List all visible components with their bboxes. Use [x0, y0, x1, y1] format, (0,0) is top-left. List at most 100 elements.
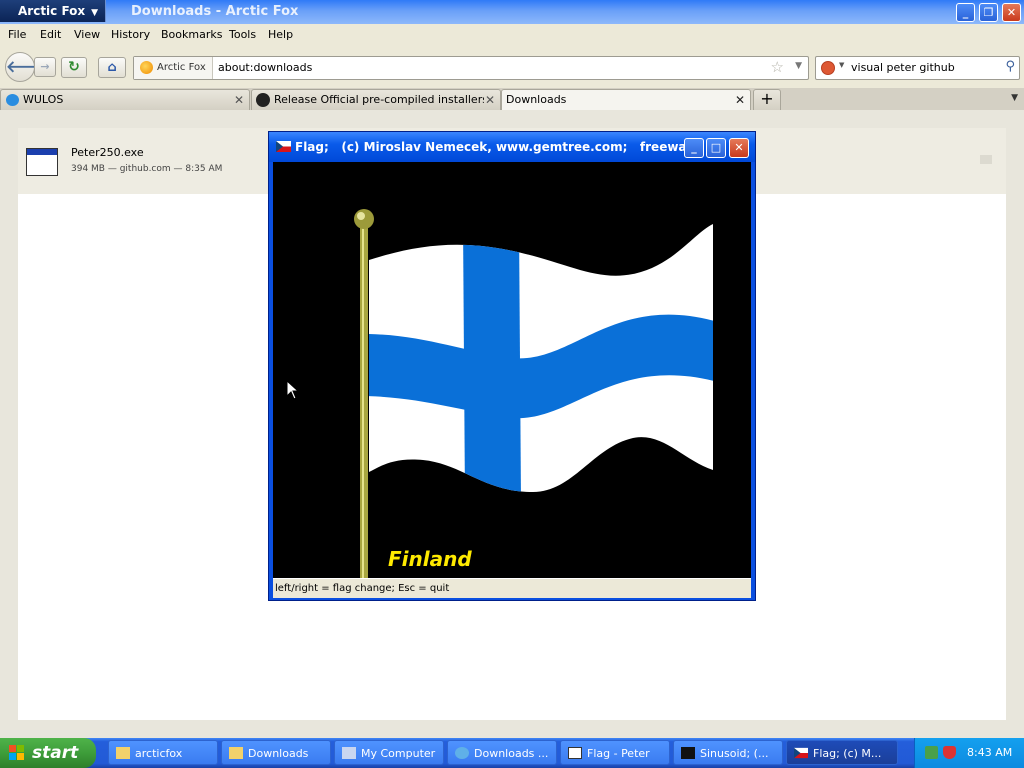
app-menu-button[interactable]: Arctic Fox ▼	[0, 0, 106, 22]
waving-flag-graphic	[354, 209, 713, 578]
taskbar-item-sinusoid[interactable]: Sinusoid; (...	[673, 740, 783, 765]
tab-label: Downloads	[506, 93, 567, 106]
duckduckgo-icon[interactable]	[821, 61, 835, 75]
menu-view[interactable]: View	[74, 28, 100, 41]
arctic-fox-icon	[140, 60, 153, 74]
flag-pole-finial	[354, 209, 374, 229]
executable-file-icon	[26, 148, 58, 176]
app-menu-label: Arctic Fox	[18, 4, 86, 18]
taskbar: start arcticfox Downloads My Computer Do…	[0, 738, 1024, 768]
taskbar-item-label: Downloads	[248, 747, 309, 760]
taskbar-item-my-computer[interactable]: My Computer	[334, 740, 444, 765]
close-tab-icon[interactable]: ✕	[485, 90, 495, 110]
country-name: Finland	[388, 547, 472, 571]
site-identity-button[interactable]: Arctic Fox	[134, 57, 213, 79]
minimize-button[interactable]: _	[956, 3, 975, 22]
home-button[interactable]: ⌂	[98, 57, 126, 78]
navigation-toolbar: 🡐 → ↻ ⌂ Arctic Fox about:downloads ☆ ▼ ▼…	[0, 46, 1024, 88]
tab-bar: WULOS ✕ Release Official pre-compiled in…	[0, 88, 1024, 110]
close-tab-icon[interactable]: ✕	[735, 90, 745, 110]
back-button[interactable]: 🡐	[5, 52, 49, 82]
site-identity-label: Arctic Fox	[157, 62, 206, 73]
reload-button[interactable]: ↻	[61, 57, 87, 78]
tab-label: WULOS	[23, 93, 64, 106]
github-favicon-icon	[256, 93, 270, 107]
plus-icon: +	[760, 89, 774, 108]
menu-edit[interactable]: Edit	[40, 28, 61, 41]
czech-flag-icon	[794, 747, 808, 759]
flag-window: Flag; (c) Miroslav Nemecek, www.gemtree.…	[268, 131, 756, 601]
taskbar-item-downloads-folder[interactable]: Downloads	[221, 740, 331, 765]
download-meta: 394 MB — github.com — 8:35 AM	[71, 164, 223, 174]
clock[interactable]: 8:43 AM	[967, 738, 1012, 768]
home-icon: ⌂	[107, 60, 117, 75]
flag-pole-highlight	[362, 228, 364, 578]
taskbar-item-flag-peter[interactable]: Flag - Peter	[560, 740, 670, 765]
taskbar-item-arcticfox[interactable]: arcticfox	[108, 740, 218, 765]
taskbar-item-flag-window[interactable]: Flag; (c) M...	[786, 740, 898, 765]
flag-window-title: Flag; (c) Miroslav Nemecek, www.gemtree.…	[295, 140, 701, 154]
reload-icon: ↻	[68, 59, 80, 75]
taskbar-item-label: Flag - Peter	[587, 747, 650, 760]
forward-button[interactable]: →	[34, 57, 56, 77]
chevron-down-icon: ▼	[91, 8, 99, 18]
peter-app-icon	[568, 747, 582, 759]
start-button[interactable]: start	[0, 738, 96, 768]
flag-canvas: Finland	[273, 162, 751, 578]
flag-close-button[interactable]: ✕	[729, 138, 749, 158]
bookmark-star-icon[interactable]: ☆	[771, 58, 784, 76]
close-button[interactable]: ✕	[1002, 3, 1021, 22]
flag-minimize-button[interactable]: _	[684, 138, 704, 158]
window-title: Downloads - Arctic Fox	[131, 4, 299, 19]
menu-help[interactable]: Help	[268, 28, 293, 41]
security-shield-icon[interactable]	[943, 746, 956, 759]
history-dropdown-icon[interactable]: ▼	[795, 61, 802, 71]
forward-arrow-icon: →	[40, 60, 50, 73]
download-filename: Peter250.exe	[71, 146, 144, 159]
menu-tools[interactable]: Tools	[229, 28, 256, 41]
tab-release[interactable]: Release Official pre-compiled installers…	[251, 89, 501, 110]
folder-icon	[229, 747, 243, 759]
folder-icon	[116, 747, 130, 759]
url-bar[interactable]: Arctic Fox about:downloads ☆ ▼	[133, 56, 809, 80]
finland-flag	[369, 224, 713, 492]
menu-history[interactable]: History	[111, 28, 150, 41]
menu-bookmarks[interactable]: Bookmarks	[161, 28, 222, 41]
list-all-tabs-icon[interactable]: ▼	[1011, 93, 1018, 103]
computer-icon	[342, 747, 356, 759]
czech-flag-icon	[276, 141, 291, 152]
mouse-cursor-icon	[286, 380, 298, 400]
search-icon[interactable]: ⚲	[1005, 59, 1015, 74]
taskbar-item-label: My Computer	[361, 747, 436, 760]
flag-window-titlebar: Flag; (c) Miroslav Nemecek, www.gemtree.…	[269, 132, 755, 162]
new-tab-button[interactable]: +	[753, 89, 781, 110]
network-icon[interactable]	[925, 746, 938, 759]
open-folder-icon[interactable]	[980, 155, 992, 164]
flag-pole-finial-highlight	[357, 212, 365, 220]
close-tab-icon[interactable]: ✕	[234, 90, 244, 110]
globe-icon	[455, 747, 469, 759]
wulos-favicon-icon	[6, 94, 19, 106]
flag-status-bar: left/right = flag change; Esc = quit	[273, 578, 751, 598]
tab-wulos[interactable]: WULOS ✕	[0, 89, 250, 110]
taskbar-item-label: Sinusoid; (...	[700, 747, 769, 760]
flag-maximize-button[interactable]: □	[706, 138, 726, 158]
menu-file[interactable]: File	[8, 28, 26, 41]
system-tray: 8:43 AM	[914, 738, 1024, 768]
search-input[interactable]: visual peter github	[851, 57, 955, 79]
taskbar-item-downloads-browser[interactable]: Downloads ...	[447, 740, 557, 765]
start-label: start	[32, 743, 79, 763]
console-icon	[681, 747, 695, 759]
tab-downloads[interactable]: Downloads ✕	[501, 89, 751, 110]
url-input[interactable]: about:downloads	[218, 57, 312, 79]
browser-titlebar: Arctic Fox ▼ Downloads - Arctic Fox _ ❐ ✕	[0, 0, 1024, 24]
tab-label: Release Official pre-compiled installers…	[274, 93, 484, 106]
taskbar-item-label: Flag; (c) M...	[813, 747, 882, 760]
restore-button[interactable]: ❐	[979, 3, 998, 22]
search-bar[interactable]: ▼ visual peter github ⚲	[815, 56, 1020, 80]
taskbar-item-label: arcticfox	[135, 747, 183, 760]
windows-logo-icon	[9, 745, 24, 760]
search-engine-dropdown-icon[interactable]: ▼	[839, 61, 844, 69]
taskbar-item-label: Downloads ...	[474, 747, 549, 760]
menu-bar: File Edit View History Bookmarks Tools H…	[0, 24, 1024, 46]
